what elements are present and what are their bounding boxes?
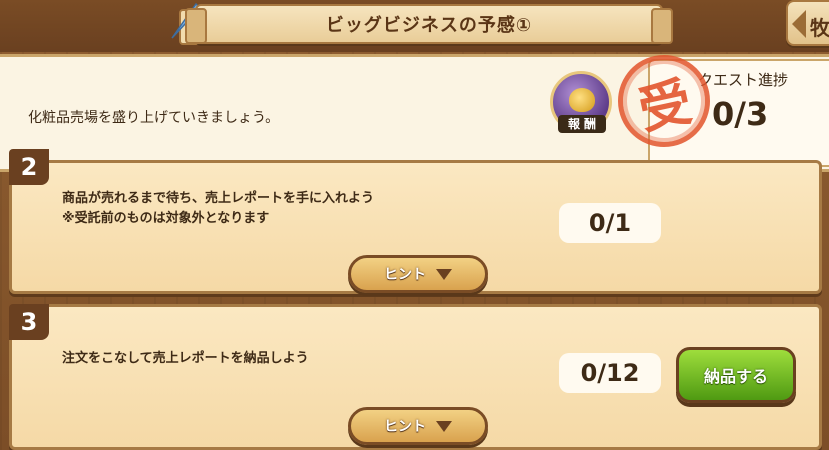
progress-label: クエスト進捗	[698, 71, 789, 89]
task-count: 0/1	[559, 203, 661, 243]
deliver-button[interactable]: 納品する	[676, 347, 796, 403]
money-bag-icon	[569, 88, 595, 112]
collect-tab[interactable]: 牧	[786, 0, 829, 46]
task-count: 0/12	[559, 353, 661, 393]
task-card: 2 商品が売れるまで待ち、売上レポートを手に入れよう ※受託前のものは対象外とな…	[9, 149, 822, 294]
progress-value: 0/3	[712, 95, 769, 133]
hint-button-label: ヒント	[384, 267, 426, 283]
hint-button[interactable]: ヒント	[348, 407, 488, 445]
quest-description-panel: 化粧品売場を盛り上げていきましょう。 報酬 クエスト進捗 0/3 受	[0, 46, 829, 172]
triangle-down-icon	[436, 420, 452, 432]
task-text-line: 注文をこなして売上レポートを納品しよう	[62, 351, 309, 366]
task-number: 2	[9, 149, 49, 185]
page-title: ビッグビジネスの予感①	[325, 15, 533, 36]
task-card: 3 注文をこなして売上レポートを納品しよう 0/12 納品する ヒント	[9, 304, 822, 450]
hint-button-label: ヒント	[384, 419, 426, 435]
hint-button[interactable]: ヒント	[348, 255, 488, 293]
task-number: 3	[9, 304, 49, 340]
quest-description: 化粧品売場を盛り上げていきましょう。	[28, 110, 280, 126]
task-text: 注文をこなして売上レポートを納品しよう	[62, 349, 309, 369]
reward-label: 報酬	[558, 115, 606, 133]
task-text: 商品が売れるまで待ち、売上レポートを手に入れよう ※受託前のものは対象外となりま…	[62, 189, 374, 229]
deliver-button-label: 納品する	[703, 367, 768, 386]
triangle-down-icon	[436, 268, 452, 280]
title-banner: ビッグビジネスの予感①	[185, 4, 673, 44]
task-text-line: 商品が売れるまで待ち、売上レポートを手に入れよう	[62, 191, 375, 206]
task-note-line: ※受託前のものは対象外となります	[62, 211, 270, 226]
stamp-char: 受	[633, 70, 697, 142]
collect-tab-label: 牧	[810, 16, 829, 40]
left-arrow-icon	[792, 10, 806, 38]
